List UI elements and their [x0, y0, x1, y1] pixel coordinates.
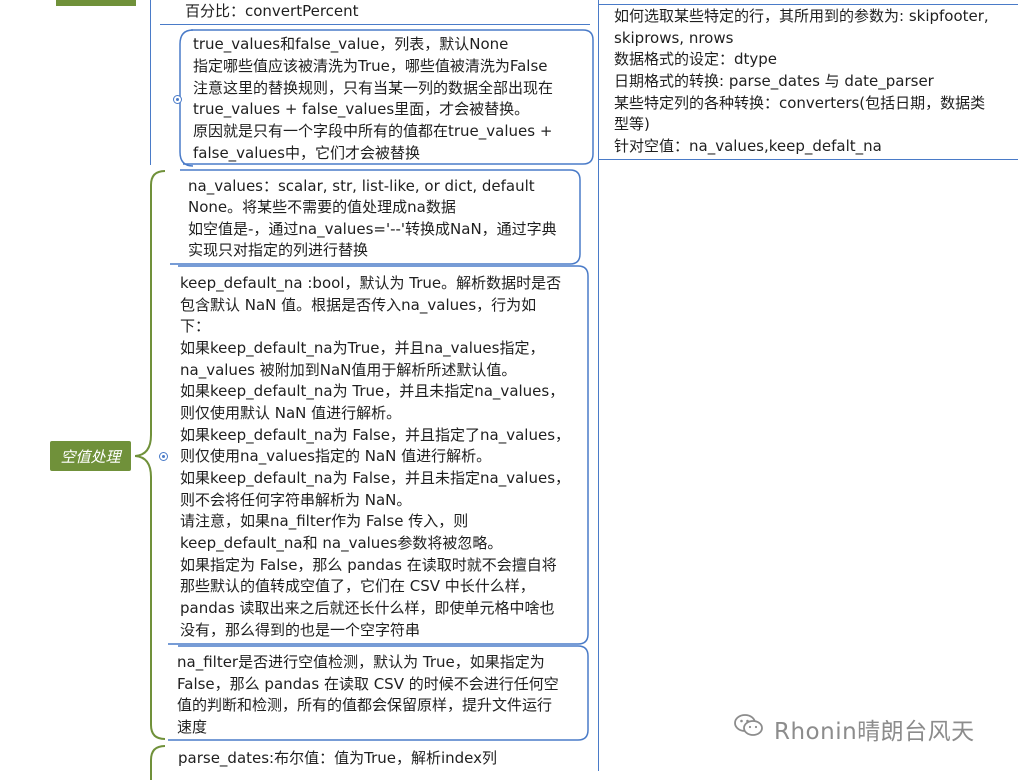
- keep-default-na-line-16: pandas 读取出来之后就还长什么样，即使单元格中啥也: [180, 599, 555, 617]
- right-panel-bottom-underline: [598, 159, 1018, 160]
- keep-default-na-line-4: 如果keep_default_na为True，并且na_values指定，: [180, 339, 545, 357]
- keep-default-na-line-2: 包含默认 NaN 值。根据是否传入na_values，行为如: [180, 296, 537, 314]
- percent-node-text: 百分比：convertPercent: [185, 2, 359, 20]
- keep-default-na-line-3: 下：: [180, 317, 211, 335]
- na-values-line-1: na_values：scalar, str, list-like, or dic…: [188, 177, 535, 195]
- na-filter-line-2: False，那么 pandas 在读取 CSV 的时候不会进行任何空: [177, 675, 559, 693]
- right-panel-line-4: 日期格式的转换: parse_dates 与 date_parser: [614, 72, 934, 90]
- keep-default-na-line-7: 则仅使用默认 NaN 值进行解析。: [180, 404, 402, 422]
- keep-default-na-line-13: keep_default_na和 na_values参数将被忽略。: [180, 534, 503, 552]
- parse-dates-node-text: parse_dates:布尔值：值为True，解析index列: [178, 749, 498, 767]
- right-panel-line-5: 某些特定列的各种转换：converters(包括日期，数据类: [614, 94, 986, 112]
- keep-default-na-line-15: 那些默认的值转成空值了，它们在 CSV 中长什么样，: [180, 577, 535, 595]
- na-values-line-3: 如空值是-，通过na_values='--'转换成NaN，通过字典: [188, 220, 557, 238]
- keep-default-na-line-10: 如果keep_default_na为 False，并且未指定na_values，: [180, 469, 571, 487]
- na-values-line-2: None。将某些不需要的值处理成na数据: [188, 198, 456, 216]
- keep-default-na-line-8: 如果keep_default_na为 False，并且指定了na_values，: [180, 426, 571, 444]
- na-filter-line-4: 速度: [177, 718, 208, 736]
- wechat-icon: [734, 713, 764, 745]
- keep-default-na-line-5: na_values 被附加到NaN值用于解析所述默认值。: [180, 361, 517, 379]
- true-values-line-2: 指定哪些值应该被清洗为True，哪些值被清洗为False: [193, 57, 548, 75]
- category-tag-top-partial[interactable]: [56, 0, 136, 6]
- right-panel-line-3: 数据格式的设定：dtype: [614, 50, 778, 68]
- true-values-line-6: false_values中，它们才会被替换: [193, 144, 420, 162]
- right-panel-divider: [598, 0, 599, 771]
- right-panel-line-1: 如何选取某些特定的行，其所用到的参数为: skipfooter,: [614, 7, 989, 25]
- watermark-text: Rhonin晴朗台风天: [774, 719, 975, 745]
- true-values-line-3: 注意这里的替换规则，只有当某一列的数据全部出现在: [193, 79, 554, 97]
- true-values-line-4: true_values + false_values里面，才会被替换。: [193, 100, 530, 118]
- na-filter-line-1: na_filter是否进行空值检测，默认为 True，如果指定为: [177, 653, 545, 671]
- keep-default-na-line-12: 请注意，如果na_filter作为 False 传入，则: [180, 512, 469, 530]
- keep-default-na-line-17: 没有，那么得到的也是一个空字符串: [180, 621, 421, 639]
- watermark: Rhonin晴朗台风天: [734, 712, 975, 746]
- branch-line-top: [150, 0, 151, 165]
- keep-default-na-line-1: keep_default_na :bool，默认为 True。解析数据时是否: [180, 274, 562, 292]
- null-handling-expand-dot[interactable]: [159, 452, 168, 461]
- true-values-line-5: 原因就是只有一个字段中所有的值都在true_values +: [193, 122, 553, 140]
- true-values-line-1: true_values和false_value，列表，默认None: [193, 35, 509, 53]
- true-values-expand-dot[interactable]: [173, 95, 182, 104]
- right-panel-line-2: skiprows, nrows: [614, 29, 734, 47]
- parse-dates-bracket: [150, 745, 166, 780]
- right-panel-line-7: 针对空值：na_values,keep_defalt_na: [614, 137, 882, 155]
- na-filter-line-3: 值的判断和检测，所有的值都会保留原样，提升文件运行: [177, 696, 553, 714]
- keep-default-na-line-14: 如果指定为 False，那么 pandas 在读取时就不会擅自将: [180, 556, 557, 574]
- right-panel-top-underline: [598, 4, 1018, 5]
- keep-default-na-line-6: 如果keep_default_na为 True，并且未指定na_values，: [180, 382, 565, 400]
- keep-default-na-line-9: 则仅使用na_values指定的 NaN 值进行解析。: [180, 447, 492, 465]
- category-tag-null-handling[interactable]: 空值处理: [50, 441, 131, 471]
- right-panel-line-6: 型等): [614, 115, 650, 133]
- na-values-line-4: 实现只对指定的列进行替换: [188, 241, 369, 259]
- keep-default-na-line-11: 则不会将任何字符串解析为 NaN。: [180, 491, 412, 509]
